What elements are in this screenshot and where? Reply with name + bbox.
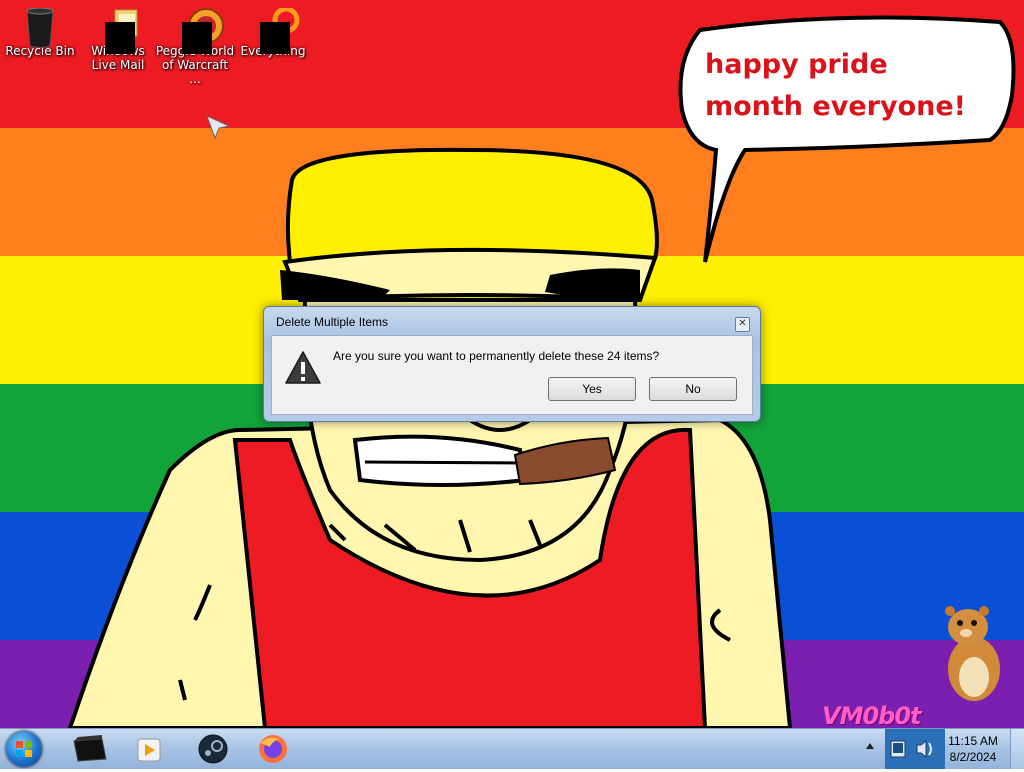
volume-icon[interactable] — [916, 739, 932, 759]
network-icon[interactable] — [890, 740, 906, 758]
clock-time: 11:15 AM — [948, 734, 998, 748]
dialog-message: Are you sure you want to permanently del… — [333, 349, 660, 363]
desktop-icon-everything[interactable]: Everything — [233, 4, 313, 58]
steam-icon — [198, 734, 228, 764]
delete-confirm-dialog: Delete Multiple Items ✕ Are you sure you… — [263, 306, 761, 422]
peggle-icon — [178, 8, 224, 54]
desktop: happy pride month everyone! Recycle Bin … — [0, 0, 1024, 728]
hamster-image — [945, 606, 1000, 701]
speech-bubble-text: happy pride month everyone! — [705, 49, 966, 122]
dialog-title: Delete Multiple Items — [276, 315, 389, 329]
character-cap — [285, 147, 659, 265]
yes-button[interactable]: Yes — [548, 377, 636, 401]
taskbar-steam-button[interactable] — [186, 731, 240, 767]
recycle-bin-icon — [23, 7, 57, 48]
search-app-icon — [256, 6, 300, 54]
close-icon[interactable]: ✕ — [735, 317, 750, 332]
clock[interactable]: 11:15 AM 8/2/2024 — [945, 733, 1001, 765]
show-desktop-button[interactable] — [1010, 729, 1024, 769]
taskbar-terminal-button[interactable] — [62, 731, 116, 767]
windows-logo-icon — [16, 741, 32, 757]
media-player-icon — [137, 738, 161, 762]
desktop-icon-peggle[interactable]: Peggle World of Warcraft ... — [155, 4, 235, 86]
terminal-icon — [73, 735, 107, 762]
taskbar-firefox-button[interactable] — [246, 731, 300, 767]
taskbar: 11:15 AM 8/2/2024 — [0, 728, 1024, 769]
start-button[interactable] — [6, 731, 42, 767]
taskbar-media-player-button[interactable] — [122, 731, 176, 767]
dialog-titlebar[interactable]: Delete Multiple Items ✕ — [264, 307, 760, 333]
no-button[interactable]: No — [649, 377, 737, 401]
clock-date: 8/2/2024 — [949, 750, 997, 764]
dialog-content: Are you sure you want to permanently del… — [271, 335, 753, 415]
warning-icon — [285, 351, 321, 384]
desktop-icon-recycle-bin[interactable]: Recycle Bin — [0, 4, 80, 58]
desktop-icon-windows-live-mail[interactable]: Windows Live Mail — [78, 4, 158, 72]
mail-icon — [101, 8, 138, 54]
mouse-cursor-icon — [206, 115, 231, 140]
tray-expand-icon[interactable] — [866, 743, 874, 749]
firefox-icon — [259, 735, 287, 763]
watermark-text: VM0b0t — [822, 702, 922, 728]
system-tray — [885, 729, 945, 769]
